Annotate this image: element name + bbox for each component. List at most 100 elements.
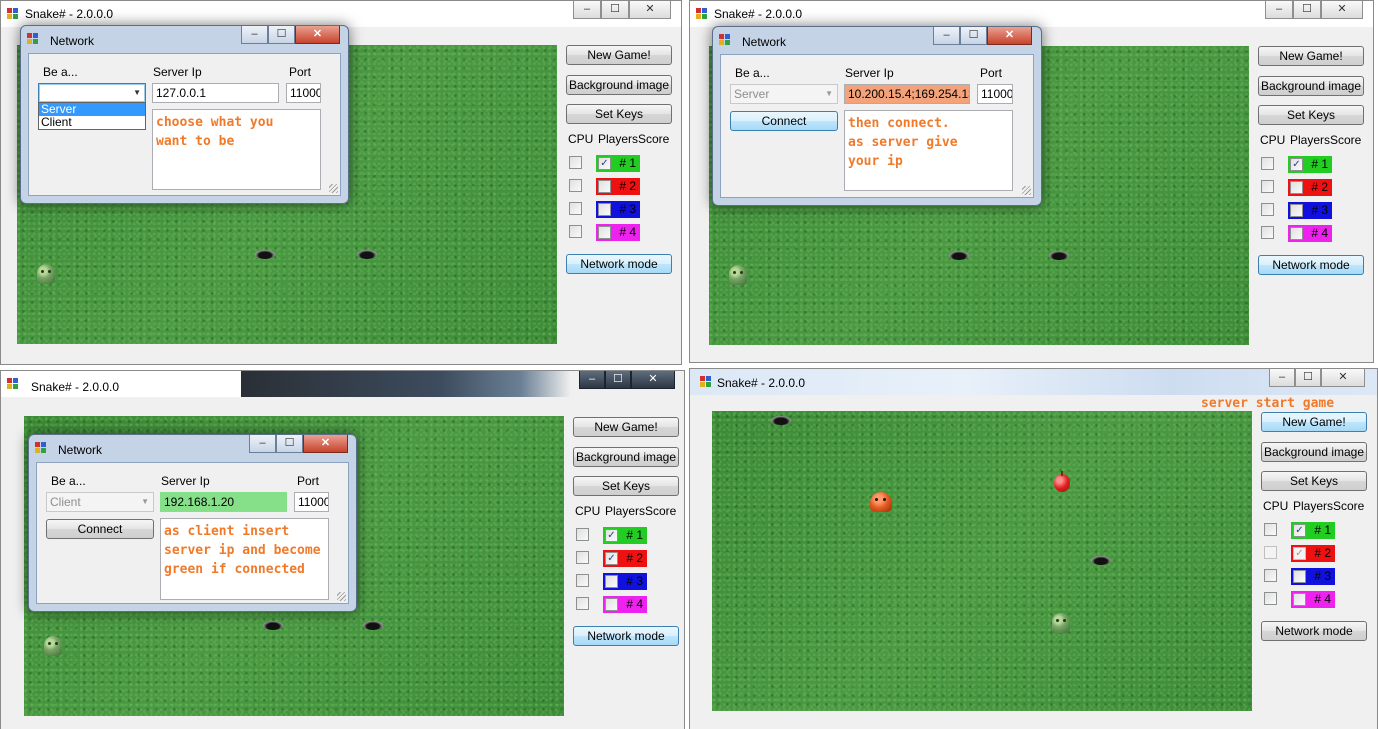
player-checkbox[interactable] [1290,204,1303,217]
player-checkbox[interactable] [1290,181,1303,194]
port-input[interactable]: 11000 [286,83,321,103]
chevron-down-icon[interactable]: ▼ [825,85,833,103]
player-checkbox[interactable] [605,598,618,611]
player-1-toggle[interactable]: ✓ # 1 [603,527,647,544]
player-1-toggle[interactable]: ✓ # 1 [596,155,640,172]
network-mode-button[interactable]: Network mode [573,626,679,646]
connect-button[interactable]: Connect [46,519,154,539]
cpu-checkbox-1[interactable] [569,156,582,169]
close-button[interactable]: ✕ [629,1,671,19]
maximize-button[interactable]: ☐ [605,371,631,389]
player-checkbox[interactable]: ✓ [1290,158,1303,171]
new-game-button[interactable]: New Game! [573,417,679,437]
player-1-toggle[interactable]: ✓ # 1 [1288,156,1332,173]
player-1-toggle[interactable]: ✓ # 1 [1291,522,1335,539]
server-ip-input[interactable]: 127.0.0.1 [152,83,279,103]
server-ip-input[interactable]: 10.200.15.4;169.254.134 [844,84,970,104]
player-checkbox[interactable] [598,203,611,216]
player-4-toggle[interactable]: # 4 [603,596,647,613]
background-image-button[interactable]: Background image [1258,76,1364,96]
server-ip-input[interactable]: 192.168.1.20 [160,492,287,512]
player-checkbox[interactable]: ✓ [605,529,618,542]
port-input[interactable]: 11000 [294,492,329,512]
cpu-checkbox-4[interactable] [1264,592,1277,605]
player-checkbox[interactable] [598,180,611,193]
player-3-toggle[interactable]: # 3 [596,201,640,218]
player-3-toggle[interactable]: # 3 [603,573,647,590]
resize-grip-icon[interactable] [337,592,346,601]
player-checkbox[interactable] [598,226,611,239]
cpu-checkbox-3[interactable] [569,202,582,215]
minimize-button[interactable]: ‒ [579,371,605,389]
cpu-checkbox-3[interactable] [576,574,589,587]
cpu-checkbox-4[interactable] [569,225,582,238]
close-button[interactable]: ✕ [295,26,340,44]
minimize-button[interactable]: ‒ [241,26,268,44]
minimize-button[interactable]: ‒ [1269,369,1295,387]
cpu-checkbox-1[interactable] [1264,523,1277,536]
close-button[interactable]: ✕ [987,27,1032,45]
minimize-button[interactable]: ‒ [573,1,601,19]
set-keys-button[interactable]: Set Keys [566,104,672,124]
cpu-checkbox-2[interactable] [1261,180,1274,193]
new-game-button[interactable]: New Game! [1261,412,1367,432]
player-checkbox[interactable] [1293,593,1306,606]
minimize-button[interactable]: ‒ [1265,1,1293,19]
player-2-toggle[interactable]: # 2 [1288,179,1332,196]
player-checkbox[interactable] [1290,227,1303,240]
cpu-checkbox-2[interactable] [569,179,582,192]
player-2-toggle[interactable]: # 2 [596,178,640,195]
player-4-toggle[interactable]: # 4 [1291,591,1335,608]
player-checkbox[interactable]: ✓ [605,552,618,565]
connect-button[interactable]: Connect [730,111,838,131]
chevron-down-icon[interactable]: ▼ [141,493,149,511]
maximize-button[interactable]: ☐ [960,27,987,45]
player-3-toggle[interactable]: # 3 [1288,202,1332,219]
close-button[interactable]: ✕ [1321,369,1365,387]
role-select[interactable]: Client ▼ [46,492,154,512]
role-select[interactable]: ▼ [38,83,146,103]
minimize-button[interactable]: ‒ [933,27,960,45]
new-game-button[interactable]: New Game! [1258,46,1364,66]
player-3-toggle[interactable]: # 3 [1291,568,1335,585]
player-2-toggle[interactable]: ✓ # 2 [1291,545,1335,562]
background-image-button[interactable]: Background image [1261,442,1367,462]
close-button[interactable]: ✕ [303,435,348,453]
minimize-button[interactable]: ‒ [249,435,276,453]
cpu-checkbox-4[interactable] [576,597,589,610]
player-checkbox[interactable]: ✓ [1293,547,1306,560]
cpu-checkbox-4[interactable] [1261,226,1274,239]
set-keys-button[interactable]: Set Keys [573,476,679,496]
port-input[interactable]: 11000 [977,84,1013,104]
set-keys-button[interactable]: Set Keys [1258,105,1364,125]
maximize-button[interactable]: ☐ [601,1,629,19]
cpu-checkbox-2[interactable] [1264,546,1277,559]
set-keys-button[interactable]: Set Keys [1261,471,1367,491]
cpu-checkbox-3[interactable] [1264,569,1277,582]
close-button[interactable]: ✕ [1321,1,1363,19]
network-mode-button[interactable]: Network mode [566,254,672,274]
new-game-button[interactable]: New Game! [566,45,672,65]
player-checkbox[interactable] [1293,570,1306,583]
maximize-button[interactable]: ☐ [268,26,295,44]
player-4-toggle[interactable]: # 4 [1288,225,1332,242]
player-checkbox[interactable]: ✓ [598,157,611,170]
background-image-button[interactable]: Background image [573,447,679,467]
role-select[interactable]: Server ▼ [730,84,838,104]
network-mode-button[interactable]: Network mode [1258,255,1364,275]
network-mode-button[interactable]: Network mode [1261,621,1367,641]
cpu-checkbox-2[interactable] [576,551,589,564]
resize-grip-icon[interactable] [1022,186,1031,195]
maximize-button[interactable]: ☐ [276,435,303,453]
player-4-toggle[interactable]: # 4 [596,224,640,241]
resize-grip-icon[interactable] [329,184,338,193]
cpu-checkbox-1[interactable] [576,528,589,541]
player-checkbox[interactable] [605,575,618,588]
cpu-checkbox-3[interactable] [1261,203,1274,216]
cpu-checkbox-1[interactable] [1261,157,1274,170]
maximize-button[interactable]: ☐ [1295,369,1321,387]
maximize-button[interactable]: ☐ [1293,1,1321,19]
player-checkbox[interactable]: ✓ [1293,524,1306,537]
chevron-down-icon[interactable]: ▼ [133,84,141,102]
player-2-toggle[interactable]: ✓ # 2 [603,550,647,567]
